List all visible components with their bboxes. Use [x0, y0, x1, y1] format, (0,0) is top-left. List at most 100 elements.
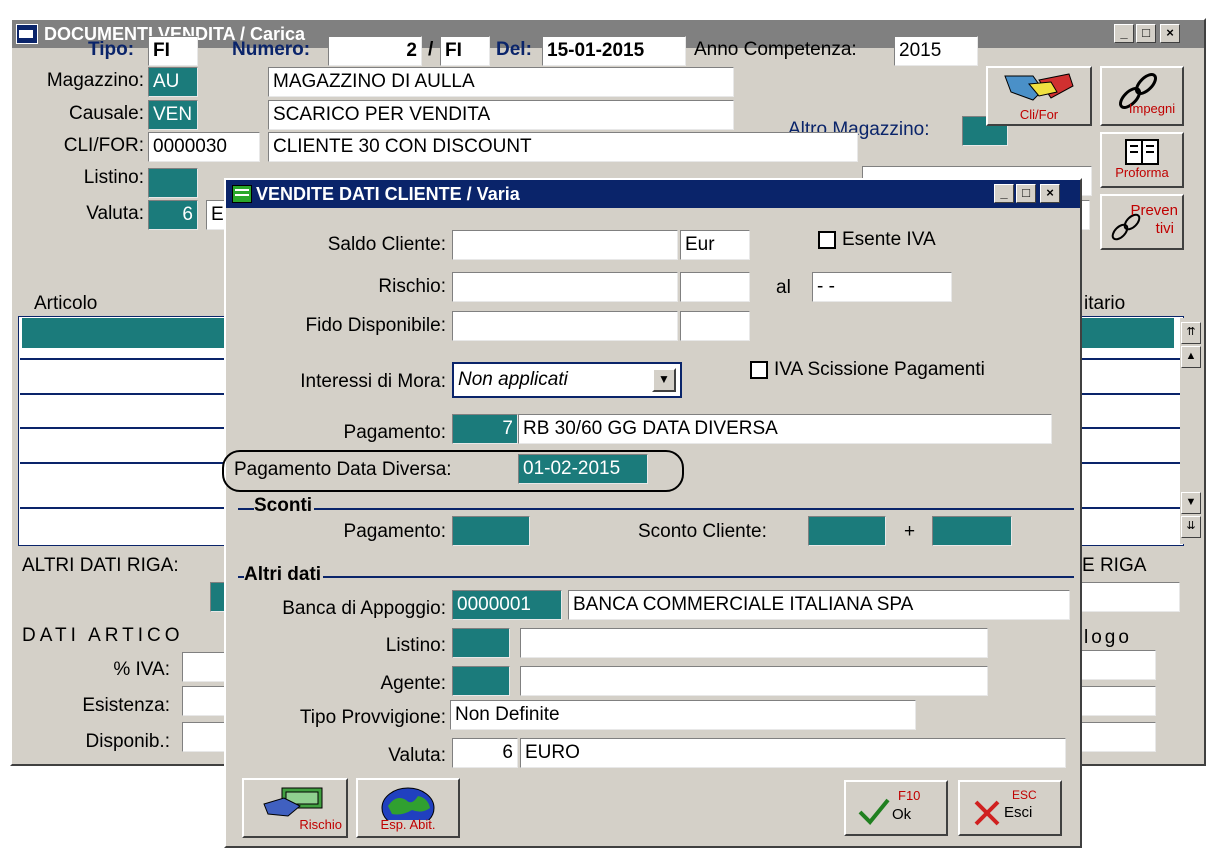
clifor-code[interactable]: 0000030 [148, 132, 260, 162]
sconto-cliente-label: Sconto Cliente: [638, 521, 767, 542]
clifor-button[interactable]: Cli/For [986, 66, 1092, 126]
dialog-valuta-label: Valuta: [388, 745, 446, 766]
back-right-field-4[interactable] [1076, 650, 1156, 680]
maximize-icon[interactable]: □ [1136, 24, 1156, 43]
pagamento-data-diversa-field[interactable]: 01-02-2015 [518, 454, 648, 484]
pagamento-desc[interactable]: RB 30/60 GG DATA DIVERSA [518, 414, 1052, 444]
listino-code[interactable] [148, 168, 198, 198]
back-right-field-6[interactable] [1076, 722, 1156, 752]
al-field[interactable]: - - [812, 272, 952, 302]
dialog-app-icon [232, 185, 252, 203]
pagamento-data-diversa-label: Pagamento Data Diversa: [234, 459, 452, 480]
disponib-label: Disponib.: [85, 731, 171, 752]
esp-abit-button[interactable]: Esp. Abit. [356, 778, 460, 838]
dialog-listino-desc[interactable] [520, 628, 988, 658]
dialog-listino-code[interactable] [452, 628, 510, 658]
tipo-provvigione-field[interactable]: Non Definite [450, 700, 916, 730]
unitario-column-header: itario [1084, 293, 1126, 314]
x-icon [974, 800, 1000, 826]
sconto-cliente-field-1[interactable] [808, 516, 886, 546]
proforma-button-label: Proforma [1115, 165, 1169, 180]
articolo-column-header: Articolo [34, 293, 98, 314]
interessi-mora-select[interactable]: Non applicati [452, 362, 682, 398]
dialog-close-icon[interactable]: × [1040, 184, 1060, 203]
numero-separator: / [428, 39, 434, 60]
back-right-field-5[interactable] [1076, 686, 1156, 716]
rischio-button[interactable]: Rischio [242, 778, 348, 838]
sconto-pagamento-field[interactable] [452, 516, 530, 546]
proforma-button[interactable]: Proforma [1100, 132, 1184, 188]
dialog-titlebar[interactable]: VENDITE DATI CLIENTE / Varia _ □ × [226, 180, 1080, 208]
scroll-bottom-icon[interactable]: ⇊ [1181, 516, 1201, 538]
rischio-button-label: Rischio [299, 817, 342, 832]
magazzino-code[interactable]: AU [148, 67, 198, 97]
fido-extra-field[interactable] [680, 311, 750, 341]
banca-appoggio-desc[interactable]: BANCA COMMERCIALE ITALIANA SPA [568, 590, 1070, 620]
clifor-label: CLI/FOR: [63, 135, 144, 156]
close-icon[interactable]: × [1160, 24, 1180, 43]
pagamento-label: Pagamento: [343, 422, 446, 443]
magazzino-label: Magazzino: [46, 70, 144, 91]
valuta-code[interactable]: 6 [148, 200, 198, 230]
dialog-minimize-icon[interactable]: _ [994, 184, 1014, 203]
causale-desc[interactable]: SCARICO PER VENDITA [268, 100, 734, 130]
esci-shortcut-key: ESC [1012, 788, 1037, 802]
causale-label: Causale: [69, 103, 144, 124]
pagamento-code[interactable]: 7 [452, 414, 518, 444]
interessi-mora-label: Interessi di Mora: [300, 371, 446, 392]
clifor-desc[interactable]: CLIENTE 30 CON DISCOUNT [268, 132, 858, 162]
scroll-top-icon[interactable]: ⇈ [1181, 322, 1201, 344]
iva-scissione-checkbox[interactable] [750, 361, 768, 379]
scroll-down-icon[interactable]: ▼ [1181, 492, 1201, 514]
e-riga-label: E RIGA [1082, 555, 1147, 576]
impegni-button[interactable]: Impegni [1100, 66, 1184, 126]
dialog-listino-label: Listino: [385, 635, 446, 656]
al-label: al [776, 277, 791, 298]
magazzino-desc[interactable]: MAGAZZINO DI AULLA [268, 67, 734, 97]
back-right-field-3[interactable] [1076, 582, 1180, 612]
del-label: Del: [496, 39, 532, 60]
altri-dati-group-label: Altri dati [244, 564, 324, 586]
rischio-field[interactable] [452, 272, 678, 302]
rischio-extra-field[interactable] [680, 272, 750, 302]
fido-disponibile-label: Fido Disponibile: [305, 315, 446, 336]
rischio-label: Rischio: [378, 276, 446, 297]
preventivi-button-label-1: Preven [1130, 202, 1178, 219]
del-field[interactable]: 15-01-2015 [542, 36, 686, 66]
esp-abit-button-label: Esp. Abit. [380, 817, 436, 832]
agente-code[interactable] [452, 666, 510, 696]
scroll-up-icon[interactable]: ▲ [1181, 346, 1201, 368]
ok-button[interactable]: F10 Ok [844, 780, 948, 836]
minimize-icon[interactable]: _ [1114, 24, 1134, 43]
banca-appoggio-code[interactable]: 0000001 [452, 590, 562, 620]
money-icon [263, 787, 323, 817]
causale-code[interactable]: VEN [148, 100, 198, 130]
sconto-cliente-field-2[interactable] [932, 516, 1012, 546]
dialog-title: VENDITE DATI CLIENTE / Varia [256, 184, 520, 204]
preventivi-button[interactable]: Preven tivi [1100, 194, 1184, 250]
globe-icon [381, 787, 435, 829]
numero-series-field[interactable]: FI [440, 36, 490, 66]
chevron-down-icon[interactable]: ▼ [652, 368, 676, 392]
sconto-plus-label: + [904, 521, 916, 542]
interessi-mora-value: Non applicati [458, 369, 568, 390]
saldo-currency-field[interactable]: Eur [680, 230, 750, 260]
tipo-field[interactable]: FI [148, 36, 198, 66]
esci-button[interactable]: ESC Esci [958, 780, 1062, 836]
dialog-valuta-code[interactable]: 6 [452, 738, 518, 768]
agente-desc[interactable] [520, 666, 988, 696]
numero-field[interactable]: 2 [328, 36, 422, 66]
anno-field[interactable]: 2015 [894, 36, 978, 66]
esente-iva-checkbox[interactable] [818, 231, 836, 249]
clifor-button-label: Cli/For [1019, 107, 1059, 122]
dialog-valuta-desc[interactable]: EURO [520, 738, 1066, 768]
handshake-icon [1004, 73, 1074, 101]
fido-disponibile-field[interactable] [452, 311, 678, 341]
dialog-maximize-icon[interactable]: □ [1016, 184, 1036, 203]
esci-button-label: Esci [1004, 804, 1033, 821]
impegni-button-label: Impegni [1128, 101, 1176, 116]
altri-dati-riga-label: ALTRI DATI RIGA: [22, 555, 179, 576]
saldo-cliente-field[interactable] [452, 230, 678, 260]
valuta-label: Valuta: [86, 203, 144, 224]
banca-appoggio-label: Banca di Appoggio: [282, 598, 446, 619]
